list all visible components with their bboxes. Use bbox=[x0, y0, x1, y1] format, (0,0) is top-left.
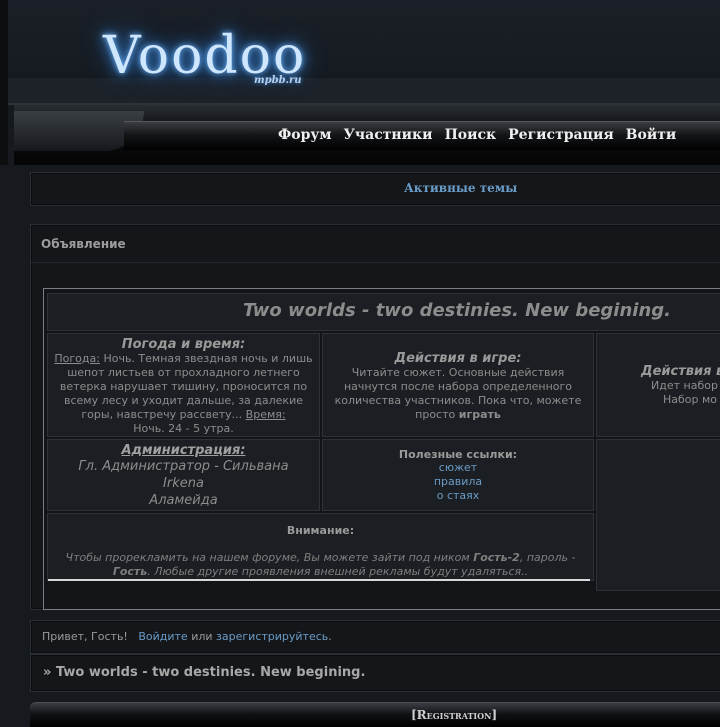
header: Voodoo mpbb.ru bbox=[8, 0, 720, 105]
nav-forum[interactable]: Форум bbox=[278, 127, 332, 143]
left-frame bbox=[0, 0, 8, 165]
link-plot[interactable]: сюжет bbox=[323, 461, 593, 475]
notice-text: Чтобы прорекламить на нашем форуме, Вы м… bbox=[58, 551, 583, 579]
weather-heading: Погода и время: bbox=[121, 337, 246, 352]
nav-login[interactable]: Войти bbox=[626, 127, 677, 143]
game-actions-bold: играть bbox=[458, 408, 501, 421]
breadcrumb-panel: » Two worlds - two destinies. New begini… bbox=[30, 654, 720, 692]
greeting-prefix: Привет, Гость! bbox=[42, 630, 128, 643]
login-link[interactable]: Войдите bbox=[138, 630, 187, 643]
game-actions-right-line1: Идет набор bbox=[651, 379, 718, 392]
time-value: Ночь. 24 - 5 утра. bbox=[133, 422, 234, 435]
nav-register[interactable]: Регистрация bbox=[508, 127, 614, 143]
announcement-table: Two worlds - two destinies. New begining… bbox=[43, 288, 720, 610]
notice-text-part: , пароль - bbox=[519, 551, 576, 564]
useful-links-heading: Полезные ссылки: bbox=[398, 448, 518, 461]
notice-text-part: Чтобы прорекламить на нашем форуме, Вы м… bbox=[65, 551, 474, 564]
link-packs[interactable]: о стаях bbox=[323, 489, 593, 503]
announcement-title: Объявление bbox=[41, 237, 126, 251]
breadcrumb[interactable]: » Two worlds - two destinies. New begini… bbox=[43, 665, 365, 680]
greeting-text: Привет, Гость! Войдите или зарегистрируй… bbox=[42, 630, 332, 643]
link-rules[interactable]: правила bbox=[323, 475, 593, 489]
admin-heading: Администрация: bbox=[121, 443, 246, 458]
admin-line: Irkena bbox=[163, 476, 204, 491]
nav-links: Форум Участники Поиск Регистрация Войти bbox=[278, 127, 676, 143]
weather-text: Погода: Ночь. Темная звездная ночь и лиш… bbox=[54, 352, 313, 436]
logo[interactable]: Voodoo mpbb.ru bbox=[58, 8, 318, 103]
logo-subtitle: mpbb.ru bbox=[254, 75, 302, 86]
admin-line: Аламейда bbox=[149, 493, 218, 508]
game-actions-right-cell: Действия в Идет набор Набор мо bbox=[596, 333, 720, 437]
active-topics-panel: Активные темы bbox=[30, 172, 720, 206]
navbar: Форум Участники Поиск Регистрация Войти bbox=[14, 105, 720, 165]
weather-cell: Погода и время: Погода: Ночь. Темная зве… bbox=[47, 333, 320, 437]
notice-underline bbox=[48, 579, 590, 581]
greeting-panel: Привет, Гость! Войдите или зарегистрируй… bbox=[30, 620, 720, 654]
game-actions-heading: Действия в игре: bbox=[394, 351, 522, 366]
nav-members[interactable]: Участники bbox=[344, 127, 433, 143]
banner-cell: Two worlds - two destinies. New begining… bbox=[47, 293, 720, 331]
useful-links-cell: Полезные ссылки: сюжет правила о стаях bbox=[322, 439, 594, 511]
notice-nick: Гость-2 bbox=[473, 551, 520, 564]
nav-search[interactable]: Поиск bbox=[445, 127, 497, 143]
notice-password: Гость bbox=[112, 565, 148, 578]
admin-cell: Администрация: Гл. Администратор - Сильв… bbox=[47, 439, 320, 511]
notice-heading: Внимание: bbox=[286, 524, 355, 537]
banner-title: Two worlds - two destinies. New begining… bbox=[243, 300, 672, 321]
active-topics-link[interactable]: Активные темы bbox=[404, 181, 517, 195]
game-actions-right-heading: Действия в bbox=[641, 364, 720, 379]
game-actions-right-line2: Набор мо bbox=[663, 393, 718, 406]
admin-line: Гл. Администратор - Сильвана bbox=[78, 459, 289, 474]
game-actions-text: Читайте сюжет. Основные действия начнутс… bbox=[331, 366, 585, 422]
notice-text-part: . Любые другие проявления внешней реклам… bbox=[147, 565, 529, 578]
game-actions-cell: Действия в игре: Читайте сюжет. Основные… bbox=[322, 333, 594, 437]
weather-label: Погода: bbox=[54, 352, 100, 365]
divider bbox=[31, 262, 720, 263]
greeting-suffix: . bbox=[328, 630, 332, 643]
announcement-panel: Объявление Two worlds - two destinies. N… bbox=[30, 224, 720, 610]
time-label: Время: bbox=[245, 408, 286, 421]
registration-bar: [Registration] bbox=[30, 702, 720, 727]
empty-cell bbox=[596, 439, 720, 591]
register-link[interactable]: зарегистрируйтесь bbox=[216, 630, 328, 643]
notice-cell: Внимание: Чтобы прорекламить на нашем фо… bbox=[47, 513, 594, 581]
greeting-or: или bbox=[191, 630, 213, 643]
